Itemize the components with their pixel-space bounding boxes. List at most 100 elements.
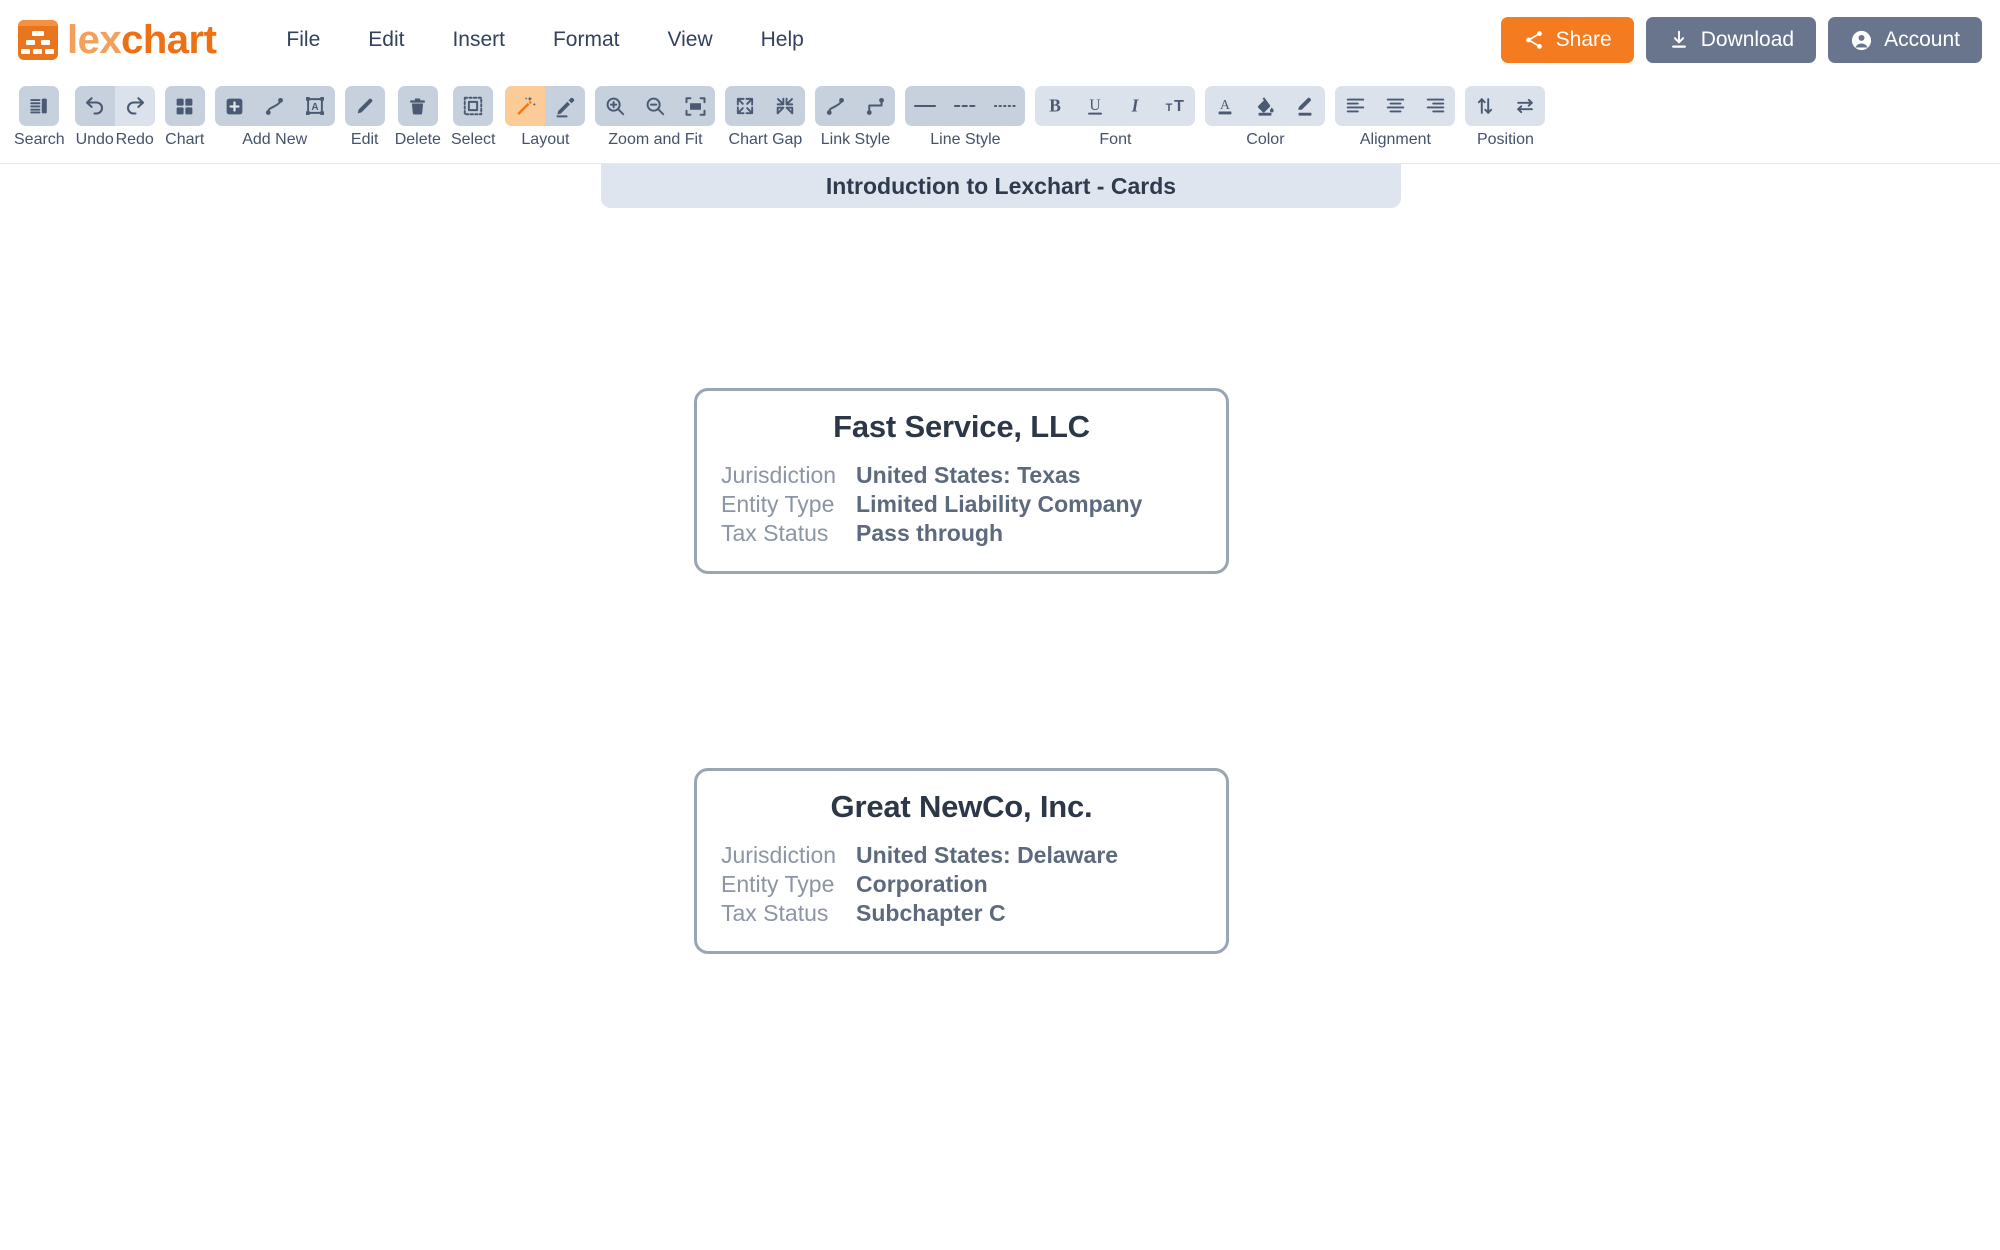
document-title: Introduction to Lexchart - Cards: [825, 172, 1177, 199]
menu-item-edit[interactable]: Edit: [344, 20, 428, 60]
svg-text:I: I: [1131, 96, 1140, 116]
svg-text:T: T: [1175, 98, 1185, 115]
auto-layout-button[interactable]: [505, 86, 546, 126]
toolbar-group-position: Position: [1465, 86, 1546, 149]
menu-item-format[interactable]: Format: [529, 20, 644, 60]
manual-layout-button[interactable]: [545, 86, 585, 126]
toolbar-label-search: Search: [14, 131, 65, 148]
brand-wordmark-prefix: lex: [67, 18, 122, 62]
marquee-select-icon: [462, 95, 484, 117]
attribute-value: Subchapter C: [856, 900, 1006, 927]
download-button-label: Download: [1700, 28, 1795, 51]
search-button[interactable]: [19, 86, 59, 126]
italic-button[interactable]: I: [1115, 86, 1155, 126]
redo-button[interactable]: [114, 86, 155, 126]
align-right-button[interactable]: [1415, 86, 1455, 126]
toolbar-label-chart-gap: Chart Gap: [728, 131, 803, 148]
text-color-button[interactable]: A: [1205, 86, 1245, 126]
lexchart-hierarchy-logo-icon: [18, 20, 58, 60]
expand-gap-icon: [734, 95, 756, 117]
account-icon: [1850, 29, 1873, 52]
contract-gap-icon: [774, 95, 796, 117]
toolbar-group-chart: Chart: [164, 86, 205, 149]
entity-card-title: Great NewCo, Inc.: [830, 789, 1093, 824]
font-size-button[interactable]: T T: [1155, 86, 1195, 126]
add-node-button[interactable]: [215, 86, 255, 126]
download-icon: [1668, 29, 1690, 51]
svg-text:B: B: [1050, 96, 1062, 116]
app-logo[interactable]: lexchart: [18, 18, 217, 62]
toolbar-label-undo: Undo: [75, 131, 114, 148]
toolbar-group-select: Select: [451, 86, 495, 149]
chart-canvas[interactable]: Introduction to Lexchart - Cards Fast Se…: [0, 164, 2000, 1249]
toolbar-label-add-new: Add New: [242, 131, 308, 148]
menu-item-insert[interactable]: Insert: [428, 20, 529, 60]
entity-attribute-row: Entity Type Corporation: [721, 870, 1118, 899]
swap-vertical-button[interactable]: [1465, 86, 1505, 126]
toolbar-group-font: B U I T T Font: [1035, 86, 1196, 149]
delete-button[interactable]: [398, 86, 438, 126]
brand-wordmark: lexchart: [67, 18, 217, 62]
fit-to-screen-button[interactable]: [675, 86, 715, 126]
decrease-gap-button[interactable]: [765, 86, 805, 126]
entity-card[interactable]: Fast Service, LLC Jurisdiction United St…: [694, 388, 1229, 574]
line-color-icon: [1294, 95, 1316, 117]
solid-line-button[interactable]: [905, 86, 945, 126]
menu-item-help[interactable]: Help: [737, 20, 828, 60]
fill-color-button[interactable]: [1245, 86, 1285, 126]
entity-card[interactable]: Great NewCo, Inc. Jurisdiction United St…: [694, 768, 1229, 954]
toolbar-label-line-style: Line Style: [930, 131, 1001, 148]
menu-item-file[interactable]: File: [262, 20, 344, 60]
add-textbox-button[interactable]: A: [295, 86, 335, 126]
toolbar-label-position: Position: [1476, 131, 1534, 148]
entity-attribute-row: Entity Type Limited Liability Company: [721, 490, 1142, 519]
bold-button[interactable]: B: [1035, 86, 1075, 126]
menu-item-view[interactable]: View: [644, 20, 737, 60]
attribute-label: Entity Type: [721, 871, 835, 898]
curved-link-button[interactable]: [815, 86, 855, 126]
elbow-link-button[interactable]: [855, 86, 895, 126]
increase-gap-button[interactable]: [725, 86, 765, 126]
toolbar-label-color: Color: [1246, 131, 1285, 148]
align-left-icon: [1344, 95, 1367, 117]
dashed-line-button[interactable]: [945, 86, 985, 126]
redo-arrow-icon: [123, 94, 147, 118]
zoom-in-button[interactable]: [595, 86, 635, 126]
entity-attribute-row: Tax Status Subchapter C: [721, 899, 1118, 928]
svg-text:A: A: [311, 102, 319, 113]
magic-wand-auto-layout-icon: [514, 95, 537, 118]
entity-attribute-row: Tax Status Pass through: [721, 519, 1142, 548]
select-button[interactable]: [453, 86, 493, 126]
share-button[interactable]: Share: [1500, 17, 1634, 63]
swap-horizontal-button[interactable]: [1505, 86, 1545, 126]
line-color-button[interactable]: [1285, 86, 1325, 126]
zoom-out-icon: [644, 95, 666, 117]
toolbar-group-undo-redo: Undo Redo: [74, 86, 155, 149]
zoom-out-button[interactable]: [635, 86, 675, 126]
align-left-button[interactable]: [1335, 86, 1375, 126]
underline-button[interactable]: U: [1075, 86, 1115, 126]
entity-card-title: Fast Service, LLC: [833, 409, 1090, 444]
toolbar-label-edit: Edit: [350, 131, 379, 148]
attribute-value: Corporation: [856, 871, 988, 898]
toolbar-group-delete: Delete: [395, 86, 441, 149]
toolbar-label-font: Font: [1099, 131, 1132, 148]
align-center-button[interactable]: [1375, 86, 1415, 126]
document-title-tab[interactable]: Introduction to Lexchart - Cards: [601, 164, 1401, 208]
toolbar-group-edit: Edit: [344, 86, 385, 149]
attribute-value: United States: Texas: [856, 462, 1081, 488]
menu-bar: File Edit Insert Format View Help: [262, 20, 827, 60]
zoom-in-icon: [604, 95, 626, 117]
undo-button[interactable]: [75, 86, 115, 126]
dotted-line-icon: [992, 95, 1018, 117]
dotted-line-button[interactable]: [985, 86, 1025, 126]
toolbar-label-link-style: Link Style: [820, 131, 891, 148]
download-button[interactable]: Download: [1645, 17, 1817, 63]
edit-button[interactable]: [345, 86, 385, 126]
font-size-icon: T T: [1162, 95, 1188, 117]
chart-button[interactable]: [165, 86, 205, 126]
add-link-button[interactable]: [255, 86, 295, 126]
undo-arrow-icon: [83, 94, 107, 118]
account-button[interactable]: Account: [1828, 17, 1982, 63]
toolbar-group-color: A Color: [1205, 86, 1326, 149]
